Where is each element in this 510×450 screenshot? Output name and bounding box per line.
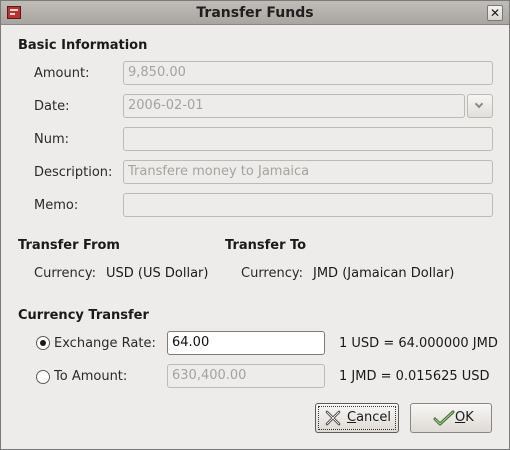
exchange-rate-input[interactable]: 64.00 (167, 331, 325, 355)
transfer-to-heading: Transfer To (225, 238, 307, 253)
amount-label: Amount: (34, 66, 90, 81)
currency-transfer-heading: Currency Transfer (18, 308, 149, 323)
title-bar[interactable]: Transfer Funds ✕ (1, 1, 509, 25)
window-title: Transfer Funds (196, 5, 314, 21)
chevron-down-icon (474, 99, 484, 109)
memo-label: Memo: (34, 198, 79, 213)
transfer-funds-dialog: Transfer Funds ✕ Basic Information Amoun… (0, 0, 510, 450)
memo-field[interactable] (123, 193, 493, 217)
cancel-button[interactable]: Cancel (315, 403, 399, 433)
cancel-x-icon (325, 410, 341, 426)
transfer-from-heading: Transfer From (18, 238, 120, 253)
num-label: Num: (34, 132, 70, 147)
to-amount-note: 1 JMD = 0.015625 USD (339, 369, 490, 384)
num-field[interactable] (123, 127, 493, 151)
to-amount-label[interactable]: To Amount: (54, 369, 127, 384)
ok-button-label: OK (455, 410, 474, 425)
from-currency-value: USD (US Dollar) (106, 266, 209, 281)
to-currency-value: JMD (Jamaican Dollar) (313, 266, 455, 281)
basic-information-heading: Basic Information (18, 38, 148, 53)
ok-check-icon (433, 410, 455, 426)
date-dropdown-button[interactable] (467, 94, 493, 118)
exchange-rate-radio[interactable] (36, 336, 50, 350)
date-field[interactable]: 2006-02-01 (123, 94, 465, 118)
ok-button[interactable]: OK (410, 403, 492, 433)
amount-field[interactable]: 9,850.00 (123, 61, 493, 85)
description-field[interactable]: Transfere money to Jamaica (123, 160, 493, 184)
to-amount-radio[interactable] (36, 370, 50, 384)
date-label: Date: (34, 99, 70, 114)
to-currency-label: Currency: (241, 266, 304, 281)
close-icon[interactable]: ✕ (487, 5, 503, 21)
exchange-rate-label[interactable]: Exchange Rate: (54, 336, 156, 351)
description-label: Description: (34, 165, 113, 180)
to-amount-input[interactable]: 630,400.00 (167, 364, 325, 388)
exchange-rate-note: 1 USD = 64.000000 JMD (339, 336, 498, 351)
from-currency-label: Currency: (34, 266, 97, 281)
cancel-button-label: Cancel (347, 410, 392, 425)
